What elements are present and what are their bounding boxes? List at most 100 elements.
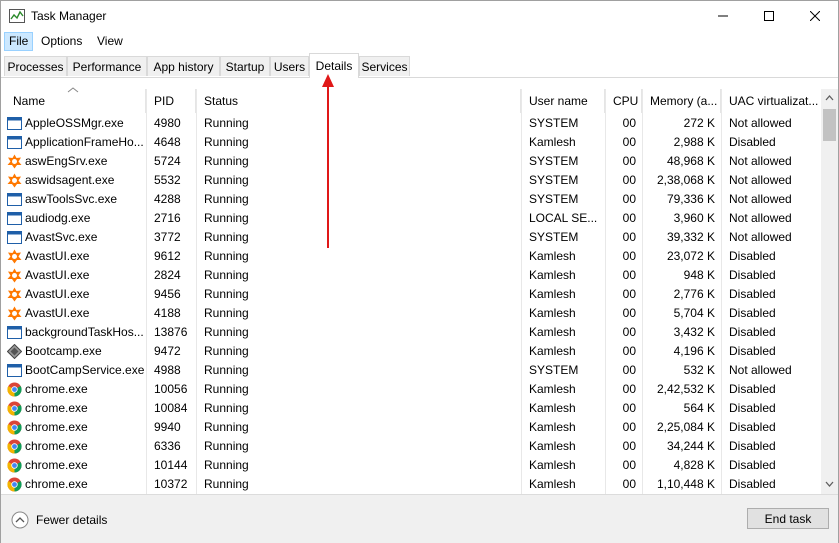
process-name-text: chrome.exe [25,477,88,491]
process-name-text: chrome.exe [25,401,88,415]
cell-cpu: 00 [622,325,636,339]
table-row[interactable]: chrome.exe 10144 Running Kamlesh 00 4,828 K Di… [1,456,821,475]
cell-status: Running [204,458,249,472]
chrome-icon [7,477,22,492]
cell-memory: 5,704 K [673,306,715,320]
cell-status: Running [204,401,249,415]
cell-user: Kamlesh [529,477,576,491]
process-name: AvastUI.exe [1,304,146,323]
cell-cpu: 00 [622,458,636,472]
process-name-text: AvastUI.exe [25,306,90,320]
cell-pid: 13876 [154,325,188,339]
task-manager-window: Task Manager File Options View Processes… [0,0,839,543]
process-name: AvastUI.exe [1,285,146,304]
window-icon [7,364,22,377]
cell-cpu: 00 [622,420,636,434]
cell-memory: 4,196 K [673,344,715,358]
cell-pid: 10056 [154,382,188,396]
cell-memory: 2,25,084 K [656,420,715,434]
cell-memory: 3,432 K [673,325,715,339]
cell-pid: 2824 [154,268,181,282]
table-row[interactable]: Bootcamp.exe 9472 Running Kamlesh 00 4,196 K D… [1,342,821,361]
table-row[interactable]: chrome.exe 10372 Running Kamlesh 00 1,10,448 … [1,475,821,494]
cell-status: Running [204,306,249,320]
process-name-text: chrome.exe [25,439,88,453]
process-name-text: backgroundTaskHos... [25,325,144,339]
process-name: chrome.exe [1,380,146,399]
cell-status: Running [204,325,249,339]
cell-uac: Disabled [729,401,776,415]
table-row[interactable]: AvastUI.exe 9456 Running Kamlesh 00 2,776 K Di… [1,285,821,304]
process-name: chrome.exe [1,437,146,456]
table-row[interactable]: chrome.exe 10056 Running Kamlesh 00 2,42,532 … [1,380,821,399]
cell-uac: Disabled [729,268,776,282]
cell-user: SYSTEM [529,363,579,377]
cell-status: Running [204,268,249,282]
table-row[interactable]: chrome.exe 9940 Running Kamlesh 00 2,25,084 K… [1,418,821,437]
cell-pid: 9472 [154,344,181,358]
table-row[interactable]: AvastUI.exe 2824 Running Kamlesh 00 948 K Disa… [1,266,821,285]
chevron-up-circle-icon [11,511,29,529]
cell-cpu: 00 [622,401,636,415]
fewer-details-button[interactable]: Fewer details [11,511,107,529]
cell-cpu: 00 [622,363,636,377]
cell-cpu: 00 [622,287,636,301]
cell-memory: 564 K [683,401,715,415]
cell-memory: 34,244 K [666,439,715,453]
cell-user: Kamlesh [529,439,576,453]
cell-user: Kamlesh [529,401,576,415]
cell-pid: 10144 [154,458,188,472]
process-name: backgroundTaskHos... [1,323,146,342]
cell-cpu: 00 [622,344,636,358]
table-row[interactable]: backgroundTaskHos... 13876 Running Kamlesh 0… [1,323,821,342]
process-name: chrome.exe [1,418,146,437]
cell-status: Running [204,363,249,377]
scroll-down-icon[interactable] [825,481,834,487]
process-name-text: AvastUI.exe [25,287,90,301]
cell-memory: 2,42,532 K [656,382,715,396]
cell-status: Running [204,382,249,396]
process-name: Bootcamp.exe [1,342,146,361]
chrome-icon [7,420,22,435]
cell-memory: 948 K [683,268,715,282]
cell-pid: 9456 [154,287,181,301]
cell-memory: 2,776 K [673,287,715,301]
cell-user: Kamlesh [529,420,576,434]
cell-cpu: 00 [622,477,636,491]
table-row[interactable]: BootCampService.exe 4988 Running SYSTEM 00 53… [1,361,821,380]
cell-user: Kamlesh [529,344,576,358]
cell-uac: Disabled [729,325,776,339]
fewer-details-label: Fewer details [36,513,108,527]
chrome-icon [7,401,22,416]
process-name-text: AvastUI.exe [25,268,90,282]
process-name-text: chrome.exe [25,458,88,472]
cell-cpu: 00 [622,382,636,396]
cell-cpu: 00 [622,306,636,320]
process-name: chrome.exe [1,475,146,494]
process-name: BootCampService.exe [1,361,146,380]
process-name: AvastUI.exe [1,266,146,285]
cell-uac: Disabled [729,306,776,320]
table-row[interactable]: AvastUI.exe 4188 Running Kamlesh 00 5,704 K Di… [1,304,821,323]
window-icon [7,326,22,339]
cell-user: Kamlesh [529,382,576,396]
cell-pid: 6336 [154,439,181,453]
cell-user: Kamlesh [529,458,576,472]
cell-uac: Disabled [729,344,776,358]
cell-pid: 10084 [154,401,188,415]
footer: Fewer details End task [1,494,838,543]
process-name: chrome.exe [1,399,146,418]
cell-pid: 10372 [154,477,188,491]
end-task-button[interactable]: End task [747,508,829,529]
cell-user: Kamlesh [529,325,576,339]
cell-uac: Disabled [729,420,776,434]
cell-memory: 532 K [683,363,715,377]
chrome-icon [7,458,22,473]
table-row[interactable]: chrome.exe 6336 Running Kamlesh 00 34,244 K Di… [1,437,821,456]
chrome-icon [7,439,22,454]
process-name-text: BootCampService.exe [25,363,145,377]
cell-uac: Disabled [729,458,776,472]
cell-cpu: 00 [622,439,636,453]
process-name-text: Bootcamp.exe [25,344,102,358]
table-row[interactable]: chrome.exe 10084 Running Kamlesh 00 564 K Disa… [1,399,821,418]
